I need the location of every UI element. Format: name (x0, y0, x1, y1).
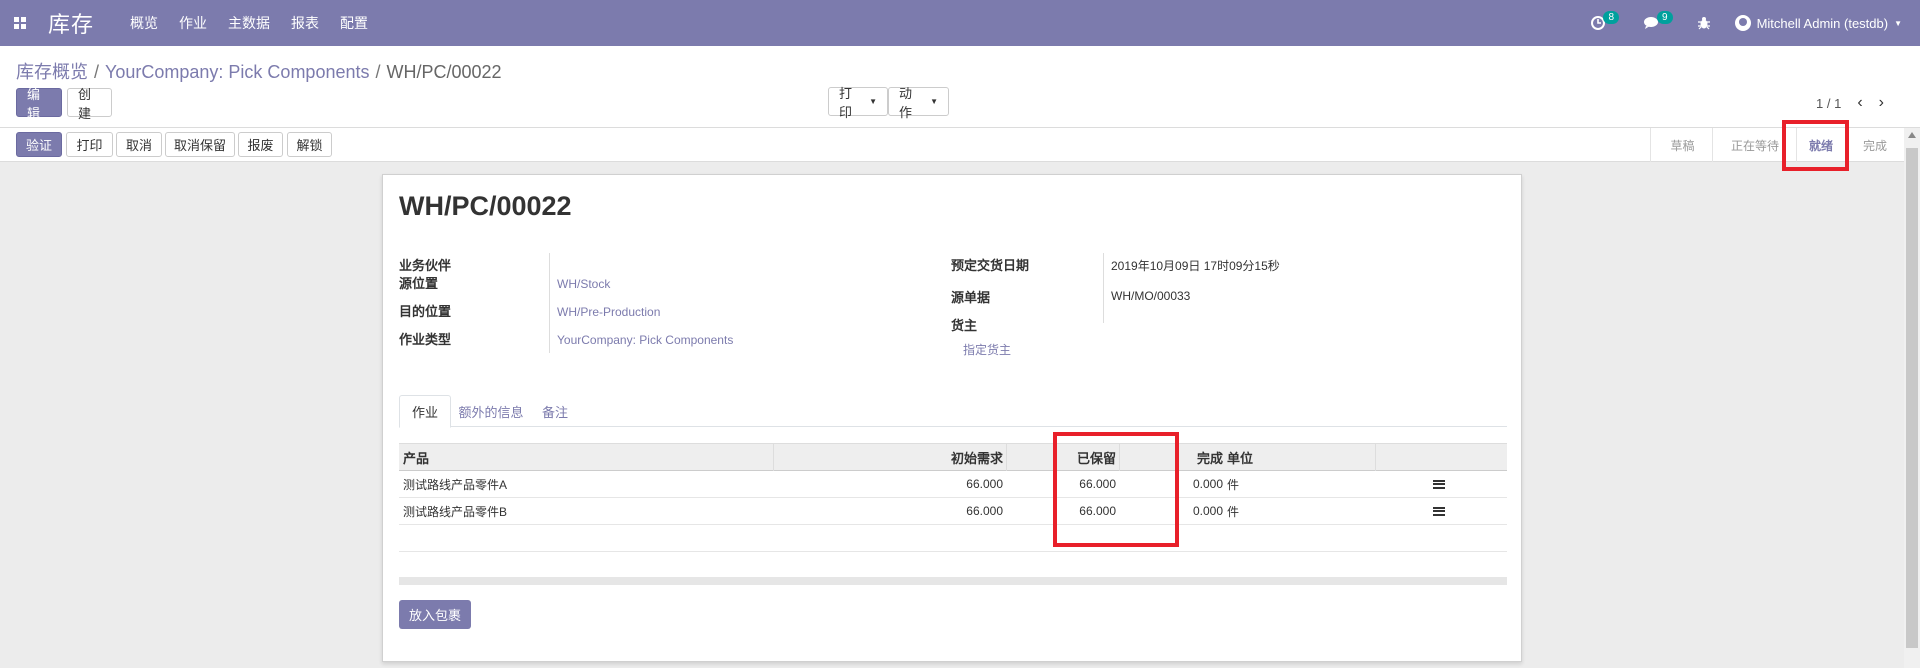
column-divider (1006, 444, 1007, 471)
print-dropdown-label: 打印 (839, 85, 853, 120)
partner-label: 业务伙伴 (399, 258, 452, 273)
table-header: 产品 初始需求 已保留 完成 单位 (399, 443, 1507, 471)
tab-notes[interactable]: 备注 (531, 395, 579, 428)
action-dropdown[interactable]: 动作 ▼ (888, 86, 949, 120)
systray: 8 9 Mitchell Admin (testdb) ▼ (1567, 0, 1902, 46)
menu-item-configuration[interactable]: 配置 (340, 13, 368, 33)
breadcrumb-item-overview[interactable]: 库存概览 (16, 62, 88, 82)
messages-button[interactable]: 9 (1643, 10, 1673, 30)
activity-button[interactable]: 8 (1591, 10, 1620, 30)
cell-initial-demand: 66.000 (966, 477, 1003, 491)
scheduled-date-value: 2019年10月09日 17时09分15秒 (1111, 259, 1280, 273)
main-menu: 概览 作业 主数据 报表 配置 (130, 13, 389, 33)
breadcrumb: 库存概览 / YourCompany: Pick Components / WH/PC/… (16, 62, 502, 82)
cancel-button[interactable]: 取消 (116, 132, 162, 157)
menu-item-overview[interactable]: 概览 (130, 13, 158, 33)
control-panel: 库存概览 / YourCompany: Pick Components / WH/PC/… (0, 46, 1920, 128)
owner-label: 货主 (951, 318, 978, 333)
source-location-value[interactable]: WH/Stock (557, 277, 610, 291)
stage-divider (1650, 128, 1651, 162)
source-document-value: WH/MO/00033 (1111, 289, 1191, 303)
assign-owner-link[interactable]: 指定货主 (963, 341, 1011, 358)
scroll-up-arrow-icon[interactable] (1908, 132, 1916, 138)
field-divider (549, 253, 550, 353)
breadcrumb-item-operation-type[interactable]: YourCompany: Pick Components (105, 62, 369, 82)
scrap-button[interactable]: 报废 (238, 132, 283, 157)
column-divider (1375, 444, 1376, 471)
caret-down-icon: ▼ (930, 97, 938, 106)
top-navbar: 库存 概览 作业 主数据 报表 配置 8 9 Mitchell Admin (t… (0, 0, 1920, 46)
form-sheet: WH/PC/00022 业务伙伴 源位置 WH/Stock 目的位置 WH/Pr… (382, 174, 1522, 662)
statusbar: 验证 打印 取消 取消保留 报废 解锁 草稿 正在等待 就绪 完成 (0, 128, 1904, 162)
table-row[interactable]: 测试路线产品零件A 66.000 66.000 0.000 件 (399, 471, 1507, 498)
field-divider (1103, 253, 1104, 323)
cell-product: 测试路线产品零件A (403, 477, 508, 492)
chevron-right-icon[interactable]: › (1879, 94, 1884, 112)
annotation-box-reserved (1053, 432, 1179, 547)
cell-initial-demand: 66.000 (966, 504, 1003, 518)
record-title: WH/PC/00022 (399, 191, 572, 221)
caret-down-icon: ▼ (869, 97, 877, 106)
pager-value[interactable]: 1 / 1 (1816, 96, 1841, 111)
message-count-badge: 9 (1657, 10, 1673, 24)
list-icon (1433, 479, 1445, 489)
apps-menu-icon[interactable] (2, 0, 38, 46)
table-row-empty (399, 525, 1507, 552)
unreserve-button[interactable]: 取消保留 (165, 132, 235, 157)
detailed-operations-button[interactable] (1433, 498, 1453, 524)
print-dropdown[interactable]: 打印 ▼ (828, 86, 888, 120)
print-button[interactable]: 打印 (66, 132, 113, 157)
table-footer (399, 577, 1507, 585)
column-divider (773, 444, 774, 471)
user-avatar (1734, 15, 1751, 31)
destination-location-label: 目的位置 (399, 304, 452, 319)
tab-additional-info[interactable]: 额外的信息 (451, 395, 531, 428)
put-in-pack-button[interactable]: 放入包裹 (399, 600, 471, 629)
cell-uom: 件 (1227, 477, 1240, 492)
unlock-button[interactable]: 解锁 (287, 132, 332, 157)
chevron-left-icon[interactable]: ‹ (1857, 94, 1862, 112)
pager: 1 / 1 ‹ › (1816, 94, 1884, 112)
form-tabs: 作业 额外的信息 备注 (399, 395, 1507, 428)
cell-uom: 件 (1227, 504, 1240, 519)
page-scrollbar[interactable] (1904, 128, 1920, 668)
scroll-thumb[interactable] (1906, 148, 1918, 648)
breadcrumb-current: WH/PC/00022 (386, 62, 502, 82)
list-icon (1433, 506, 1445, 516)
destination-location-value[interactable]: WH/Pre-Production (557, 305, 660, 319)
action-dropdown-label: 动作 (899, 85, 913, 120)
validate-button[interactable]: 验证 (16, 132, 62, 157)
column-header-initial-demand[interactable]: 初始需求 (779, 444, 1003, 471)
operation-type-value[interactable]: YourCompany: Pick Components (557, 333, 733, 347)
source-location-label: 源位置 (399, 276, 439, 291)
table-row[interactable]: 测试路线产品零件B 66.000 66.000 0.000 件 (399, 498, 1507, 525)
user-name: Mitchell Admin (testdb) (1756, 15, 1889, 31)
column-header-uom[interactable]: 单位 (1227, 444, 1327, 471)
cell-product: 测试路线产品零件B (403, 504, 508, 519)
chevron-down-icon: ▼ (1894, 18, 1902, 28)
scheduled-date-label: 预定交货日期 (951, 258, 1030, 273)
create-button[interactable]: 创建 (67, 87, 112, 121)
stage-done: 完成 (1862, 138, 1887, 153)
detailed-operations-button[interactable] (1433, 471, 1453, 497)
source-document-label: 源单据 (951, 290, 991, 305)
stage-draft: 草稿 (1670, 138, 1695, 153)
edit-button[interactable]: 编辑 (16, 87, 62, 121)
app-brand[interactable]: 库存 (48, 7, 94, 39)
menu-item-reports[interactable]: 报表 (291, 13, 319, 33)
column-header-product[interactable]: 产品 (403, 444, 703, 471)
operation-type-label: 作业类型 (399, 332, 452, 347)
stage-divider (1712, 128, 1713, 162)
tab-operations[interactable]: 作业 (399, 395, 451, 428)
menu-item-operations[interactable]: 作业 (179, 13, 207, 33)
debug-button[interactable] (1697, 16, 1711, 30)
bug-icon (1697, 17, 1710, 30)
menu-item-master-data[interactable]: 主数据 (228, 13, 270, 33)
activity-count-badge: 8 (1603, 10, 1620, 24)
user-menu[interactable]: Mitchell Admin (testdb) ▼ (1734, 15, 1902, 31)
annotation-box-stage (1782, 120, 1849, 171)
